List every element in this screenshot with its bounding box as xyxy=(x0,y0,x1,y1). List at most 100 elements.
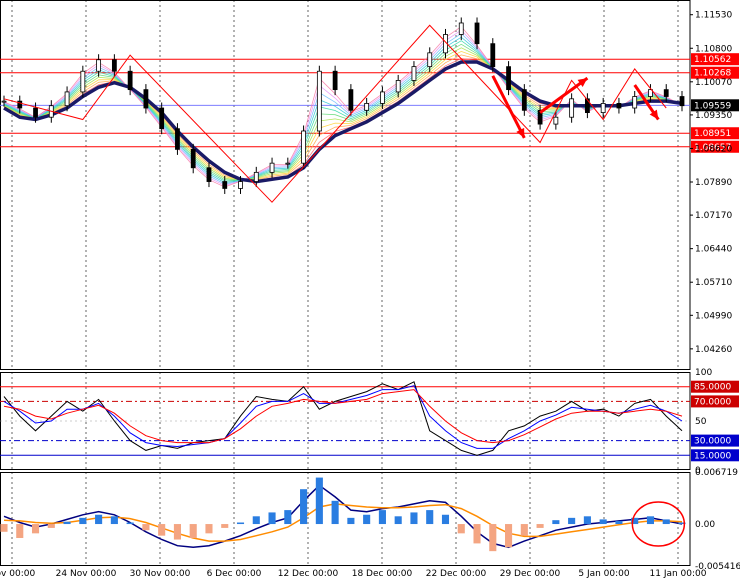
candle-body xyxy=(175,128,180,150)
x-tick-label: Nov 00:00 xyxy=(0,569,35,579)
price-tick-label: 1.07890 xyxy=(695,178,732,188)
macd-histogram-bar xyxy=(646,516,655,525)
ma-ribbon-line xyxy=(3,58,683,182)
x-tick-label: 6 Dec 00:00 xyxy=(207,569,262,579)
candle-body xyxy=(569,98,575,118)
macd-histogram-bar xyxy=(284,510,292,525)
candle-body xyxy=(80,70,86,93)
macd-histogram-bar xyxy=(583,516,591,525)
candle-body xyxy=(269,162,275,173)
stoch-level-label: 30.0000 xyxy=(694,437,731,447)
candle-body xyxy=(553,116,559,125)
macd-histogram-bar xyxy=(441,514,450,525)
macd-histogram-bar xyxy=(505,524,513,548)
macd-histogram-bar xyxy=(268,512,276,525)
price-tick-label: 1.10070 xyxy=(695,78,732,88)
candle-body xyxy=(143,89,149,109)
macd-histogram-bar xyxy=(489,524,497,552)
macd-line xyxy=(3,484,683,549)
candle-body xyxy=(427,52,433,68)
candle-body xyxy=(616,103,622,109)
macd-histogram-bar xyxy=(126,522,134,525)
macd-histogram-bar xyxy=(315,477,323,525)
macd-histogram-bar xyxy=(205,524,213,534)
macd-histogram-bar xyxy=(331,500,339,525)
macd-histogram-bar xyxy=(363,514,371,525)
macd-histogram-bar xyxy=(300,489,308,525)
stoch-level-label: 85.0000 xyxy=(694,383,731,393)
chart-root: 1.10562 1.10268 1.08951 1.08657 1.09559 85.00… xyxy=(0,0,740,580)
panel-frame-0 xyxy=(0,0,691,370)
candle-body xyxy=(679,96,685,107)
candle-body xyxy=(285,162,291,165)
candle-body xyxy=(490,43,496,68)
macd-histogram-bar xyxy=(615,520,623,525)
ma-ribbon-line xyxy=(3,43,683,181)
stoch-tick-label: 100 xyxy=(695,368,712,378)
price-tick-label: 1.09350 xyxy=(695,111,732,121)
macd-histogram-bar xyxy=(158,524,166,536)
price-tick-label: 1.05710 xyxy=(695,278,732,288)
x-tick-label: 22 Dec 00:00 xyxy=(426,569,487,579)
candle-body xyxy=(111,59,117,72)
chart-svg: 1.105621.102681.089511.086571.0955985.00… xyxy=(0,0,740,579)
candle-body xyxy=(474,22,480,45)
candle-body xyxy=(190,148,196,169)
x-tick-label: 24 Nov 00:00 xyxy=(56,569,117,579)
macd-histogram-bar xyxy=(173,524,181,540)
price-tick-label: 1.06440 xyxy=(695,245,732,255)
current-price-label: 1.09559 xyxy=(694,101,731,111)
macd-histogram-bar xyxy=(662,519,670,525)
macd-tick-label: 0.006719 xyxy=(695,468,738,478)
macd-histogram-bar xyxy=(410,512,418,525)
stoch-line xyxy=(3,389,683,444)
macd-histogram-bar xyxy=(0,524,8,532)
price-tick-label: 1.11530 xyxy=(695,11,732,21)
macd-histogram-bar xyxy=(552,520,560,525)
candle-body xyxy=(253,171,259,182)
stoch-line xyxy=(3,385,683,449)
x-tick-label: 12 Dec 00:00 xyxy=(278,569,339,579)
x-tick-label: 30 Nov 00:00 xyxy=(130,569,191,579)
macd-histogram-bar xyxy=(63,521,71,525)
macd-tick-label: 0.00 xyxy=(695,520,715,530)
macd-histogram-bar xyxy=(347,517,355,525)
ma-ribbon-line xyxy=(3,47,683,181)
candle-body xyxy=(600,103,606,114)
macd-histogram-bar xyxy=(189,524,197,538)
candle-body xyxy=(663,89,669,97)
macd-histogram-bar xyxy=(536,524,544,528)
candle-body xyxy=(64,91,70,107)
price-tick-label: 1.04260 xyxy=(695,345,732,355)
price-tick-label: 1.07170 xyxy=(695,211,732,221)
candle-body xyxy=(506,66,511,91)
macd-histogram-bar xyxy=(457,524,465,534)
macd-histogram-bar xyxy=(31,524,40,534)
macd-histogram-bar xyxy=(47,524,55,528)
macd-histogram-bar xyxy=(568,517,576,525)
candle-body xyxy=(301,130,306,164)
macd-histogram-bar xyxy=(95,514,103,525)
macd-histogram-bar xyxy=(221,524,229,528)
price-level-label: 1.08951 xyxy=(694,129,731,139)
candle-body xyxy=(332,70,338,91)
price-tick-label: 1.08620 xyxy=(695,144,732,154)
macd-histogram-bar xyxy=(473,524,481,544)
highlight-ellipse xyxy=(631,501,686,547)
candle-body xyxy=(395,80,401,93)
stoch-level-label: 15.0000 xyxy=(694,451,731,461)
candle-body xyxy=(458,22,464,35)
macd-histogram-bar xyxy=(394,516,402,525)
candle-body xyxy=(521,89,527,111)
macd-histogram-bar xyxy=(142,524,150,531)
zigzag-line xyxy=(3,24,667,203)
macd-histogram-bar xyxy=(599,519,607,525)
macd-histogram-bar xyxy=(378,510,386,525)
candle-body xyxy=(411,66,417,81)
macd-histogram-bar xyxy=(426,510,434,525)
chart-marks xyxy=(0,17,686,552)
stoch-line xyxy=(3,381,683,456)
candle-body xyxy=(1,100,7,103)
macd-histogram-bar xyxy=(236,522,245,525)
macd-histogram-bar xyxy=(520,524,528,536)
